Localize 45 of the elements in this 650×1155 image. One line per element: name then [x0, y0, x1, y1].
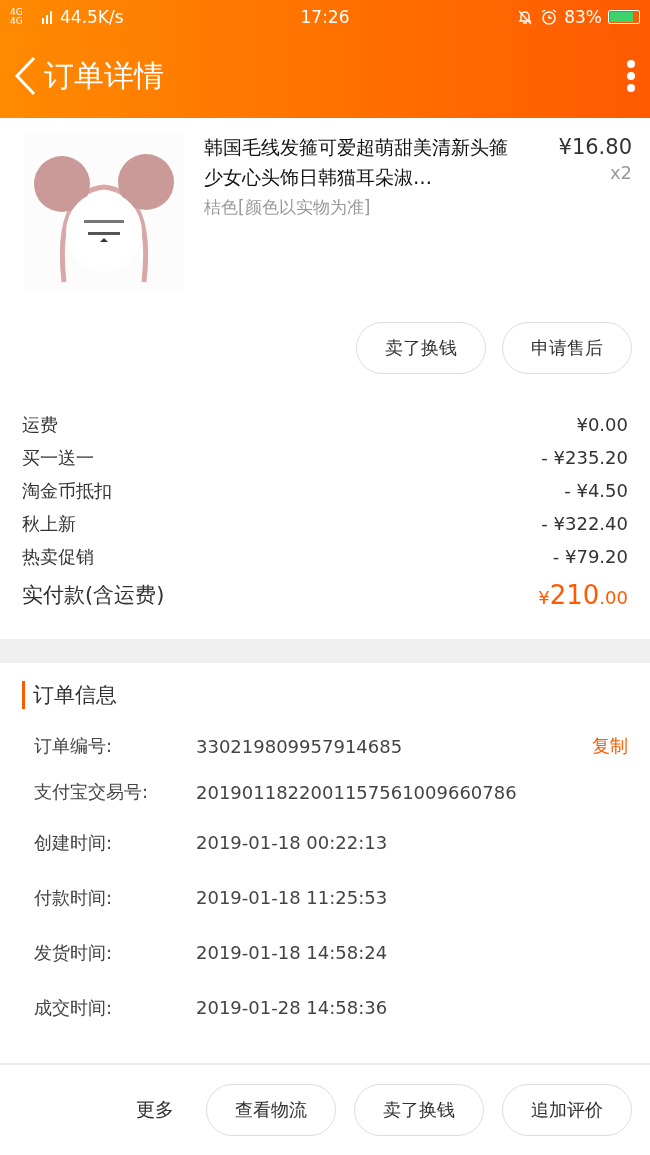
network-label: 4G 4G: [10, 8, 24, 26]
action-button[interactable]: 卖了换钱: [354, 1084, 484, 1136]
cost-label: 秋上新: [22, 511, 76, 536]
action-button[interactable]: 追加评价: [502, 1084, 632, 1136]
info-label: 支付宝交易号:: [34, 780, 150, 804]
cost-amount: - ¥79.20: [552, 546, 628, 567]
back-icon[interactable]: [14, 56, 36, 96]
info-value: 2019-01-18 11:25:53: [196, 887, 389, 908]
info-value: 2019011822001157561009660786: [196, 781, 518, 803]
info-value: 2019-01-28 14:58:36: [196, 997, 389, 1018]
battery-percent: 83%: [564, 7, 602, 27]
info-label: 成交时间:: [34, 995, 114, 1020]
total-label: 实付款(含运费): [22, 582, 165, 609]
product-quantity: x2: [609, 162, 632, 183]
cost-amount: ¥0.00: [576, 414, 628, 435]
more-icon[interactable]: [626, 59, 636, 93]
info-value: 330219809957914685: [196, 735, 404, 757]
network-speed: 44.5K/s: [60, 7, 124, 27]
product-price: ¥16.80: [558, 134, 632, 161]
info-label: 付款时间:: [34, 885, 114, 910]
action-button[interactable]: 卖了换钱: [356, 322, 486, 374]
cost-amount: - ¥322.40: [541, 513, 628, 534]
alarm-clock-icon: [540, 8, 559, 26]
clock: 17:26: [300, 7, 350, 27]
product-variant: 桔色[颜色以实物为准]: [204, 196, 372, 219]
cost-label: 买一送一: [22, 445, 94, 470]
action-button[interactable]: 申请售后: [502, 322, 632, 374]
info-label: 发货时间:: [34, 940, 114, 965]
cost-amount: - ¥235.20: [541, 447, 628, 468]
product-title[interactable]: 韩国毛线发箍可爱超萌甜美清新头箍少女心头饰日韩猫耳朵淑…: [204, 132, 522, 192]
signal-icon: [42, 10, 54, 24]
info-value: 2019-01-18 14:58:24: [196, 942, 389, 963]
info-value: 2019-01-18 00:22:13: [196, 832, 389, 853]
info-label: 创建时间:: [34, 830, 114, 855]
battery-icon: [608, 10, 640, 24]
total-amount: ¥210.00: [538, 580, 628, 610]
cost-label: 热卖促销: [22, 544, 94, 569]
more-link[interactable]: 更多: [130, 1096, 180, 1124]
page-title: 订单详情: [44, 56, 165, 95]
section-title: 订单信息: [22, 681, 628, 709]
info-label: 订单编号:: [34, 734, 114, 758]
cost-amount: - ¥4.50: [564, 480, 628, 501]
cost-label: 淘金币抵扣: [22, 478, 112, 503]
action-button[interactable]: 查看物流: [206, 1084, 336, 1136]
cost-label: 运费: [22, 412, 58, 437]
